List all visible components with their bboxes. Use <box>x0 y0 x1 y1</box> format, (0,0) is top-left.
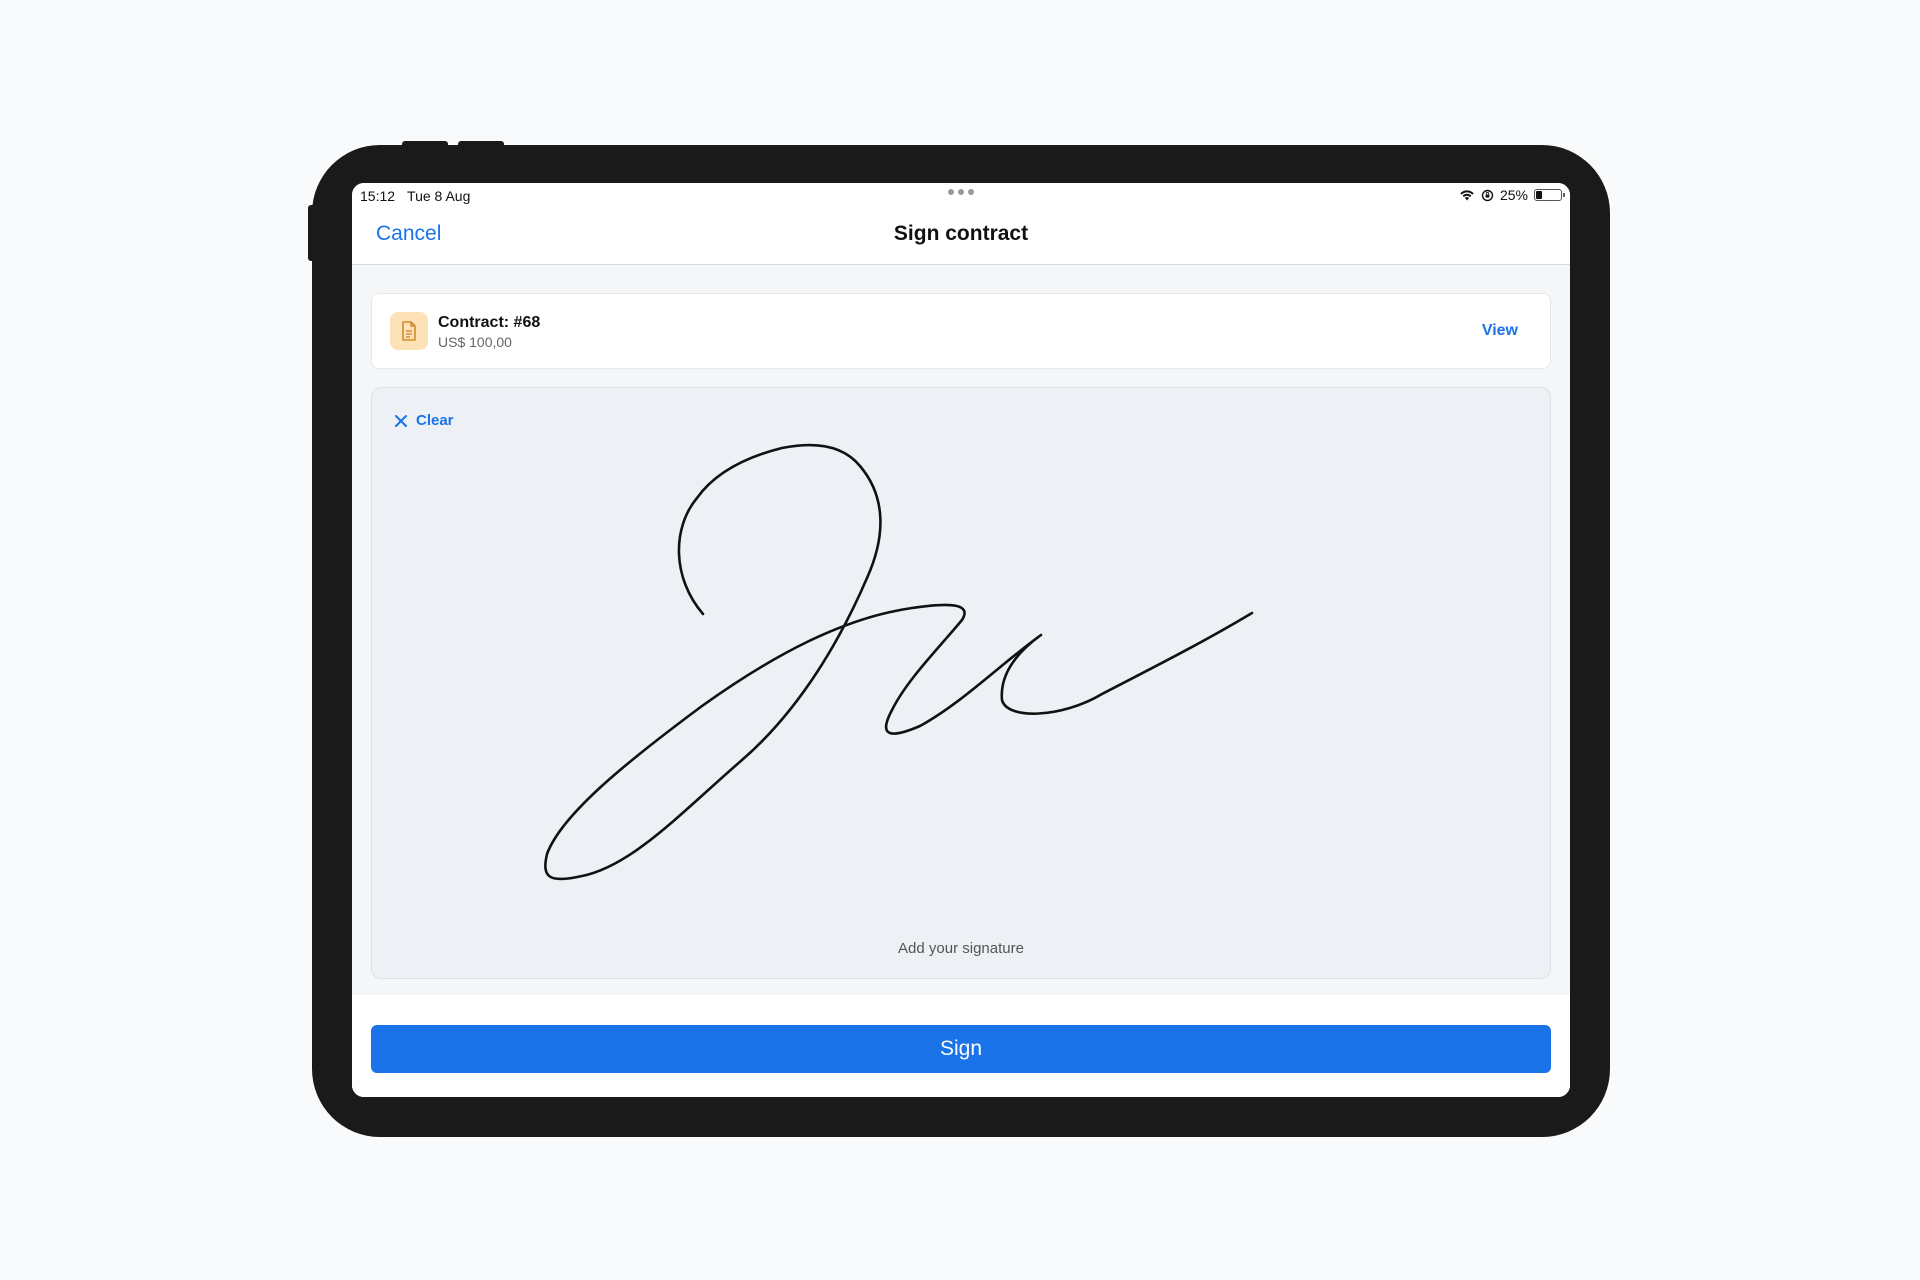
orientation-lock-icon <box>1481 189 1494 201</box>
screen: 15:12 Tue 8 Aug 25% Cancel Sign contract… <box>352 183 1570 1097</box>
status-bar: 15:12 Tue 8 Aug 25% <box>352 183 1570 207</box>
footer: Sign <box>352 995 1570 1097</box>
battery-percent: 25% <box>1499 187 1528 203</box>
clear-label: Clear <box>416 412 454 429</box>
cancel-button[interactable]: Cancel <box>376 222 441 246</box>
close-icon <box>395 414 407 427</box>
volume-down-button <box>458 141 504 147</box>
main-content: Contract: #68 US$ 100,00 View Clear Add … <box>352 265 1570 1097</box>
volume-up-button <box>402 141 448 147</box>
multitasking-dots-icon[interactable] <box>948 189 974 195</box>
signature-stroke <box>544 443 1254 881</box>
status-date: Tue 8 Aug <box>407 188 471 204</box>
power-button <box>308 205 314 261</box>
sign-button[interactable]: Sign <box>371 1025 1551 1073</box>
contract-amount: US$ 100,00 <box>438 334 512 350</box>
contract-title: Contract: #68 <box>438 314 541 331</box>
contract-card: Contract: #68 US$ 100,00 View <box>371 293 1551 369</box>
clear-signature-button[interactable]: Clear <box>394 412 454 429</box>
battery-icon <box>1534 189 1565 201</box>
signature-pad[interactable]: Clear Add your signature <box>371 387 1551 979</box>
tablet-frame: 15:12 Tue 8 Aug 25% Cancel Sign contract… <box>308 141 1610 1137</box>
status-time: 15:12 <box>360 188 396 204</box>
wifi-icon <box>1460 190 1474 201</box>
signature-hint: Add your signature <box>898 940 1024 957</box>
page-title: Sign contract <box>893 222 1029 245</box>
view-contract-button[interactable]: View <box>1482 322 1518 340</box>
document-icon <box>390 312 428 350</box>
navigation-bar: Cancel Sign contract <box>352 207 1570 265</box>
